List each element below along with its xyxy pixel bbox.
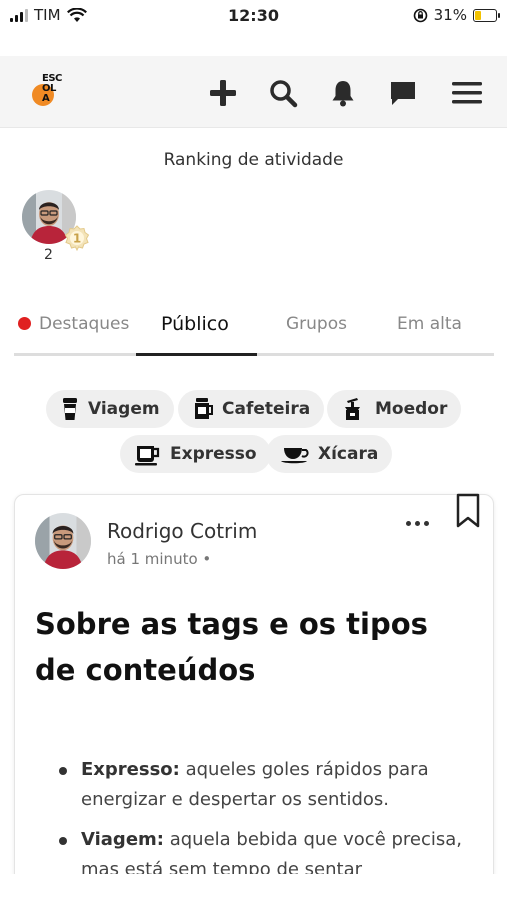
bookmark-button[interactable]	[455, 493, 481, 529]
chat-icon	[391, 82, 415, 105]
ranking-title: Ranking de atividade	[163, 150, 344, 170]
post-title[interactable]: Sobre as tags e os tipos de conteúdos	[35, 601, 475, 693]
tab-label: Em alta	[397, 314, 462, 334]
more-dot	[405, 520, 411, 526]
bell-icon	[332, 81, 354, 107]
tag-label: Expresso	[170, 444, 257, 464]
medal-number: 1	[73, 232, 81, 246]
bookmark-icon	[456, 493, 480, 528]
more-dot	[423, 520, 429, 526]
logo-text: ESCOLA	[42, 74, 62, 104]
list-item-term: Viagem:	[81, 829, 164, 850]
ranking-position: 2	[44, 247, 53, 263]
search-button[interactable]	[266, 76, 300, 110]
messages-button[interactable]	[386, 76, 420, 110]
tab-publico[interactable]: Público	[161, 313, 229, 335]
tag-label: Xícara	[318, 444, 379, 464]
tag-viagem[interactable]: Viagem	[46, 390, 174, 428]
medal-icon: 1	[64, 225, 90, 252]
menu-icon	[452, 82, 482, 104]
avatar-photo	[35, 513, 91, 569]
escola-logo[interactable]: ESCOLA	[32, 70, 76, 114]
feed-tabs: Destaques Público Grupos Em alta	[14, 306, 494, 356]
app-header: ESCOLA	[0, 56, 507, 128]
teacup-icon	[281, 448, 309, 464]
grinder-icon	[345, 398, 360, 420]
tag-label: Cafeteira	[222, 399, 311, 419]
post-author-avatar[interactable]	[35, 513, 91, 569]
tab-grupos[interactable]: Grupos	[286, 314, 347, 334]
tag-expresso[interactable]: Expresso	[120, 435, 271, 473]
status-bar: TIM 12:30 31%	[0, 0, 507, 34]
tag-label: Viagem	[88, 399, 160, 419]
tag-xicara[interactable]: Xícara	[266, 435, 393, 473]
list-item-term: Expresso:	[81, 759, 180, 780]
active-tab-indicator	[136, 353, 257, 356]
post-timestamp: há 1 minuto •	[107, 550, 212, 568]
tag-cafeteira[interactable]: Cafeteira	[178, 390, 325, 428]
live-dot-icon	[18, 317, 31, 330]
status-right: 31%	[413, 6, 500, 24]
tab-em-alta[interactable]: Em alta	[397, 314, 462, 334]
battery-icon	[473, 8, 500, 22]
post-author-name[interactable]: Rodrigo Cotrim	[107, 519, 257, 543]
list-item: Expresso: aqueles goles rápidos para ene…	[35, 755, 475, 815]
logo-wordmark: ESCOLA	[42, 73, 62, 104]
add-button[interactable]	[206, 76, 240, 110]
tab-destaques[interactable]: Destaques	[18, 314, 129, 334]
notifications-button[interactable]	[326, 76, 360, 110]
post-card[interactable]: Rodrigo Cotrim há 1 minuto • Sobre as ta…	[14, 493, 494, 900]
tab-label: Destaques	[39, 314, 130, 334]
tab-label: Grupos	[286, 314, 347, 334]
orientation-lock-icon	[413, 8, 427, 22]
battery-fill	[475, 10, 482, 20]
tab-label: Público	[161, 313, 229, 335]
bottom-edge	[0, 874, 507, 900]
travel-cup-icon	[63, 398, 77, 420]
tag-label: Moedor	[375, 399, 448, 419]
post-options-button[interactable]	[401, 511, 433, 535]
more-dot	[414, 520, 420, 526]
coffee-maker-icon	[195, 398, 213, 419]
tag-moedor[interactable]: Moedor	[327, 390, 462, 428]
battery-percent: 31%	[433, 6, 467, 24]
plus-icon	[210, 80, 236, 106]
menu-button[interactable]	[450, 76, 484, 110]
search-icon	[270, 80, 298, 108]
espresso-cup-icon	[135, 446, 160, 466]
